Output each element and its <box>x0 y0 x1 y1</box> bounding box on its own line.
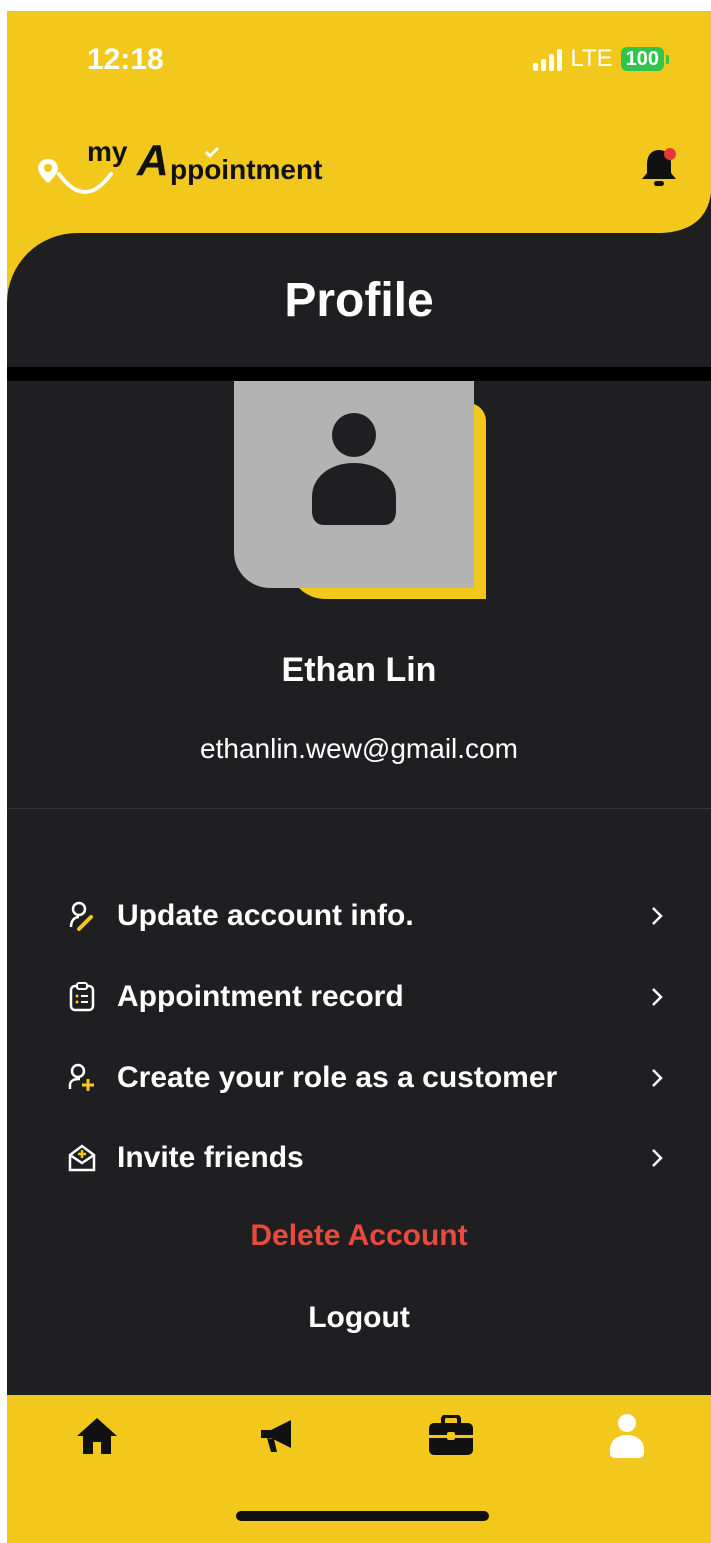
menu-item-label: Update account info. <box>117 899 414 932</box>
home-indicator <box>236 1511 489 1521</box>
status-indicators: LTE 100 <box>533 45 669 73</box>
logo-rest: ppointment <box>170 154 323 185</box>
menu-item-label: Appointment record <box>117 980 404 1013</box>
tab-promotions[interactable] <box>247 1406 307 1466</box>
section-divider <box>7 808 711 809</box>
tab-home[interactable] <box>67 1406 127 1466</box>
logo-main-letter: A <box>137 136 169 185</box>
megaphone-icon <box>261 1420 291 1452</box>
tab-business[interactable] <box>421 1406 481 1466</box>
app-screen: 12:18 LTE 100 my A ppointment Profile Et… <box>7 11 711 1543</box>
logo-prefix: my <box>87 136 128 167</box>
notification-dot <box>664 148 676 160</box>
notification-bell-button[interactable] <box>639 146 679 193</box>
delete-account-button[interactable]: Delete Account <box>7 1219 711 1253</box>
user-icon <box>610 1414 644 1458</box>
smile-icon <box>57 172 113 194</box>
clipboard-list-icon <box>67 982 97 1012</box>
menu-item-appointment-record[interactable]: Appointment record <box>67 967 667 1027</box>
header-divider <box>7 367 711 381</box>
signal-icon <box>533 47 563 71</box>
tab-profile[interactable] <box>597 1406 657 1466</box>
user-email: ethanlin.wew@gmail.com <box>200 733 518 764</box>
user-add-icon <box>67 1063 97 1093</box>
avatar[interactable] <box>234 381 474 588</box>
menu-item-update-account[interactable]: Update account info. <box>67 886 667 946</box>
logout-button[interactable]: Logout <box>7 1301 711 1335</box>
network-type: LTE <box>570 45 613 72</box>
check-icon <box>204 146 220 158</box>
menu-item-create-customer-role[interactable]: Create your role as a customer <box>67 1048 667 1108</box>
chevron-right-icon <box>647 1147 667 1169</box>
chevron-right-icon <box>647 1067 667 1089</box>
user-edit-icon <box>67 901 97 931</box>
menu-item-invite-friends[interactable]: Invite friends <box>67 1128 667 1188</box>
menu-item-label: Create your role as a customer <box>117 1061 558 1094</box>
chevron-right-icon <box>647 986 667 1008</box>
battery-level: 100 <box>620 47 664 71</box>
mail-plus-icon <box>67 1143 97 1173</box>
page-title: Profile <box>284 274 434 327</box>
chevron-right-icon <box>647 905 667 927</box>
user-placeholder-icon <box>312 413 396 525</box>
user-name: Ethan Lin <box>281 651 437 689</box>
home-icon <box>77 1418 117 1454</box>
bell-icon <box>642 148 676 186</box>
battery-icon: 100 <box>620 47 669 71</box>
briefcase-icon <box>429 1415 473 1455</box>
menu-item-label: Invite friends <box>117 1141 304 1174</box>
status-time: 12:18 <box>87 43 164 76</box>
panel-curve <box>621 193 711 234</box>
